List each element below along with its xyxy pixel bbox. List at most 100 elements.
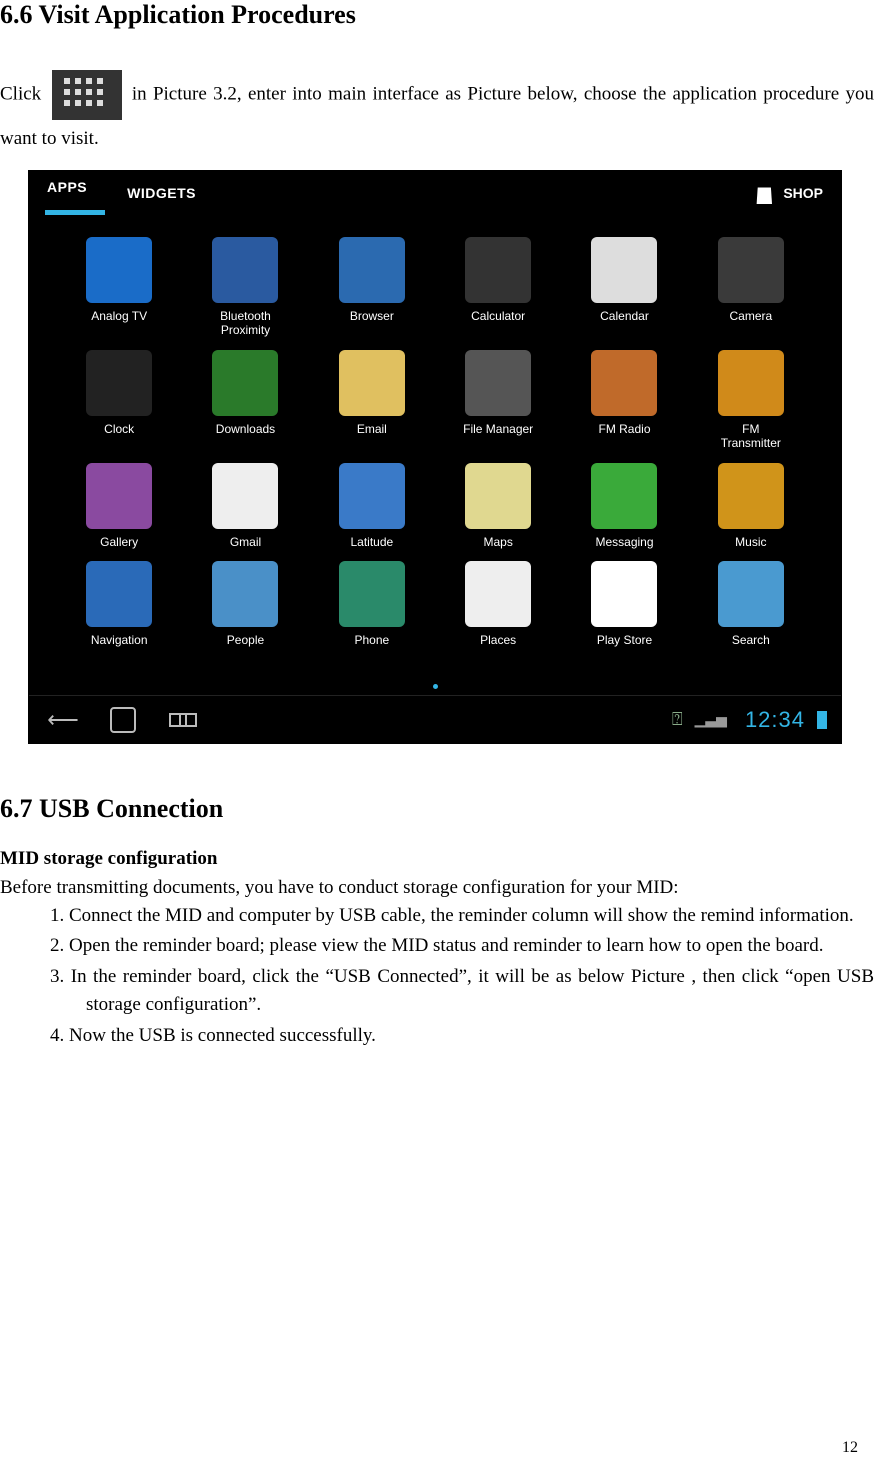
paragraph-6-6: Click in Picture 3.2, enter into main in… bbox=[0, 70, 874, 158]
signal-icon: ▁▃▅ bbox=[695, 711, 727, 728]
app-icon bbox=[339, 350, 405, 416]
app-label: Messaging bbox=[564, 535, 684, 549]
android-icon: ⍰ bbox=[672, 709, 683, 730]
pagination-indicator bbox=[29, 683, 841, 695]
app-icon bbox=[212, 463, 278, 529]
app-label: Search bbox=[691, 633, 811, 647]
text-click: Click bbox=[0, 83, 48, 104]
heading-6-7: 6.7 USB Connection bbox=[0, 794, 874, 824]
app-downloads[interactable]: Downloads bbox=[185, 350, 305, 451]
app-drawer-icon bbox=[52, 70, 122, 120]
app-bluetooth-proximity[interactable]: Bluetooth Proximity bbox=[185, 237, 305, 338]
back-button[interactable]: ⟵ bbox=[43, 707, 83, 733]
step-1: 1. Connect the MID and computer by USB c… bbox=[50, 902, 874, 931]
app-clock[interactable]: Clock bbox=[59, 350, 179, 451]
app-label: Phone bbox=[312, 633, 432, 647]
app-icon bbox=[718, 463, 784, 529]
app-people[interactable]: People bbox=[185, 561, 305, 647]
app-icon bbox=[86, 350, 152, 416]
apps-grid: Analog TV Bluetooth Proximity Browser Calcu… bbox=[29, 215, 841, 683]
intro-text: Before transmitting documents, you have … bbox=[0, 874, 874, 902]
app-icon bbox=[718, 350, 784, 416]
app-icon bbox=[339, 237, 405, 303]
app-label: Navigation bbox=[59, 633, 179, 647]
app-label: Gallery bbox=[59, 535, 179, 549]
app-analog-tv[interactable]: Analog TV bbox=[59, 237, 179, 338]
app-label: Calendar bbox=[564, 309, 684, 323]
step-2: 2. Open the reminder board; please view … bbox=[50, 932, 874, 961]
app-phone[interactable]: Phone bbox=[312, 561, 432, 647]
app-icon bbox=[465, 350, 531, 416]
app-label: People bbox=[185, 633, 305, 647]
steps-list: 1. Connect the MID and computer by USB c… bbox=[50, 902, 874, 1051]
shop-button[interactable]: SHOP bbox=[753, 182, 823, 204]
page-number: 12 bbox=[842, 1439, 858, 1457]
app-fm-transmitter[interactable]: FM Transmitter bbox=[691, 350, 811, 451]
app-navigation[interactable]: Navigation bbox=[59, 561, 179, 647]
app-gmail[interactable]: Gmail bbox=[185, 463, 305, 549]
app-play-store[interactable]: Play Store bbox=[564, 561, 684, 647]
app-drawer-topbar: APPS WIDGETS SHOP bbox=[29, 171, 841, 215]
app-calculator[interactable]: Calculator bbox=[438, 237, 558, 338]
app-maps[interactable]: Maps bbox=[438, 463, 558, 549]
system-navbar: ⟵ ⍰ ▁▃▅ 12:34 bbox=[29, 695, 841, 743]
heading-6-6: 6.6 Visit Application Procedures bbox=[0, 0, 874, 30]
subheading-mid-storage: MID storage configuration bbox=[0, 848, 874, 870]
step-3: 3. In the reminder board, click the “USB… bbox=[50, 963, 874, 1020]
app-places[interactable]: Places bbox=[438, 561, 558, 647]
app-label: Maps bbox=[438, 535, 558, 549]
app-label: Downloads bbox=[185, 422, 305, 436]
text-rest: in Picture 3.2, enter into main interfac… bbox=[0, 83, 874, 149]
app-label: Latitude bbox=[312, 535, 432, 549]
app-icon bbox=[86, 463, 152, 529]
app-icon bbox=[465, 463, 531, 529]
app-label: Clock bbox=[59, 422, 179, 436]
app-latitude[interactable]: Latitude bbox=[312, 463, 432, 549]
tab-widgets[interactable]: WIDGETS bbox=[127, 185, 196, 201]
battery-icon bbox=[817, 711, 827, 729]
app-icon bbox=[465, 237, 531, 303]
home-button[interactable] bbox=[103, 707, 143, 733]
app-icon bbox=[212, 237, 278, 303]
app-camera[interactable]: Camera bbox=[691, 237, 811, 338]
app-label: Camera bbox=[691, 309, 811, 323]
app-icon bbox=[591, 350, 657, 416]
app-browser[interactable]: Browser bbox=[312, 237, 432, 338]
app-label: Calculator bbox=[438, 309, 558, 323]
app-icon bbox=[212, 561, 278, 627]
app-gallery[interactable]: Gallery bbox=[59, 463, 179, 549]
app-search[interactable]: Search bbox=[691, 561, 811, 647]
app-label: FM Radio bbox=[564, 422, 684, 436]
step-4: 4. Now the USB is connected successfully… bbox=[50, 1022, 874, 1051]
app-icon bbox=[465, 561, 531, 627]
app-label: Browser bbox=[312, 309, 432, 323]
app-file-manager[interactable]: File Manager bbox=[438, 350, 558, 451]
app-icon bbox=[591, 463, 657, 529]
app-messaging[interactable]: Messaging bbox=[564, 463, 684, 549]
app-email[interactable]: Email bbox=[312, 350, 432, 451]
app-label: FM Transmitter bbox=[691, 422, 811, 451]
app-fm-radio[interactable]: FM Radio bbox=[564, 350, 684, 451]
app-label: Email bbox=[312, 422, 432, 436]
app-icon bbox=[86, 561, 152, 627]
app-label: Play Store bbox=[564, 633, 684, 647]
recent-apps-button[interactable] bbox=[163, 707, 203, 733]
app-icon bbox=[718, 561, 784, 627]
app-icon bbox=[591, 561, 657, 627]
statusbar-clock: 12:34 bbox=[745, 707, 805, 733]
app-label: Bluetooth Proximity bbox=[185, 309, 305, 338]
app-icon bbox=[339, 463, 405, 529]
app-icon bbox=[339, 561, 405, 627]
app-label: Analog TV bbox=[59, 309, 179, 323]
shop-label: SHOP bbox=[783, 185, 823, 201]
tab-underline bbox=[45, 210, 105, 215]
app-music[interactable]: Music bbox=[691, 463, 811, 549]
app-icon bbox=[212, 350, 278, 416]
app-label: File Manager bbox=[438, 422, 558, 436]
app-label: Music bbox=[691, 535, 811, 549]
app-icon bbox=[591, 237, 657, 303]
app-label: Places bbox=[438, 633, 558, 647]
app-icon bbox=[86, 237, 152, 303]
tab-apps[interactable]: APPS bbox=[47, 179, 87, 207]
app-calendar[interactable]: Calendar bbox=[564, 237, 684, 338]
